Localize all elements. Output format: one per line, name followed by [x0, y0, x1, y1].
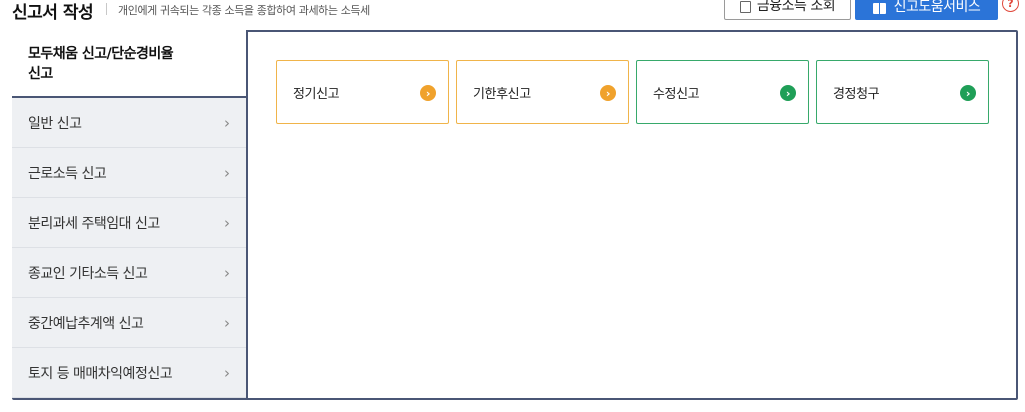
- filing-help-service-button[interactable]: 신고도움서비스: [855, 0, 998, 20]
- chevron-right-icon: ›: [224, 163, 230, 182]
- card-label: 기한후신고: [473, 87, 531, 102]
- amended-filing-card[interactable]: 수정신고 ›: [636, 60, 809, 124]
- card-label: 수정신고: [653, 87, 700, 102]
- book-icon: [872, 3, 886, 14]
- late-filing-card[interactable]: 기한후신고 ›: [456, 60, 629, 124]
- filing-sidebar: 모두채움 신고/단순경비율 신고 일반 신고 › 근로소득 신고 › 분리과세 …: [12, 30, 248, 412]
- arrow-right-icon: ›: [780, 85, 796, 101]
- sidebar-item-label: 신고: [28, 66, 53, 82]
- sidebar-item-religious-income-filing[interactable]: 종교인 기타소득 신고 ›: [12, 248, 246, 298]
- filing-type-panel: 모두채움 신고/단순경비율 신고 일반 신고 › 근로소득 신고 › 분리과세 …: [12, 30, 1018, 400]
- chevron-right-icon: ›: [224, 263, 230, 282]
- sidebar-item-label: 중간예납추계액 신고: [28, 315, 144, 332]
- sidebar-item-general-filing[interactable]: 일반 신고 ›: [12, 98, 246, 148]
- chevron-right-icon: ›: [224, 363, 230, 382]
- help-question-icon[interactable]: ?: [1002, 0, 1019, 12]
- sidebar-item-housing-rental-filing[interactable]: 분리과세 주택임대 신고 ›: [12, 198, 246, 248]
- card-label: 정기신고: [293, 87, 340, 102]
- sidebar-item-label: 토지 등 매매차익예정신고: [28, 365, 173, 382]
- page-description: 개인에게 귀속되는 각종 소득을 종합하여 과세하는 소득세: [118, 4, 370, 17]
- sidebar-item-label: 근로소득 신고: [28, 165, 107, 182]
- chevron-right-icon: ›: [224, 213, 230, 232]
- sidebar-list: 일반 신고 › 근로소득 신고 › 분리과세 주택임대 신고 › 종교인 기타소…: [12, 98, 246, 398]
- sidebar-item-interim-prepayment-filing[interactable]: 중간예납추계액 신고 ›: [12, 298, 246, 348]
- finance-income-lookup-button[interactable]: 금융소득 조회: [724, 0, 851, 20]
- chevron-right-icon: ›: [224, 113, 230, 132]
- chevron-right-icon: ›: [224, 313, 230, 332]
- arrow-right-icon: ›: [420, 85, 436, 101]
- refund-claim-card[interactable]: 경정청구 ›: [816, 60, 989, 124]
- sidebar-item-label: 종교인 기타소득 신고: [28, 265, 148, 282]
- regular-filing-card[interactable]: 정기신고 ›: [276, 60, 449, 124]
- arrow-right-icon: ›: [960, 85, 976, 101]
- document-check-icon: [739, 1, 751, 13]
- card-label: 경정청구: [833, 87, 880, 102]
- sidebar-border: [246, 98, 248, 400]
- finance-income-lookup-label: 금융소득 조회: [756, 0, 836, 14]
- sidebar-item-label: 분리과세 주택임대 신고: [28, 215, 160, 232]
- title-divider: [106, 3, 107, 15]
- sidebar-item-earned-income-filing[interactable]: 근로소득 신고 ›: [12, 148, 246, 198]
- filing-help-service-label: 신고도움서비스: [893, 0, 981, 15]
- page-title: 신고서 작성: [12, 3, 94, 23]
- arrow-right-icon: ›: [600, 85, 616, 101]
- sidebar-item-label: 일반 신고: [28, 115, 82, 132]
- sidebar-item-land-trade-filing[interactable]: 토지 등 매매차익예정신고 ›: [12, 348, 246, 398]
- sidebar-item-label: 모두채움 신고/단순경비율: [28, 46, 174, 62]
- page-header: 신고서 작성 개인에게 귀속되는 각종 소득을 종합하여 과세하는 소득세 금융…: [0, 0, 1025, 30]
- sidebar-item-simple-filing[interactable]: 모두채움 신고/단순경비율 신고: [12, 30, 248, 98]
